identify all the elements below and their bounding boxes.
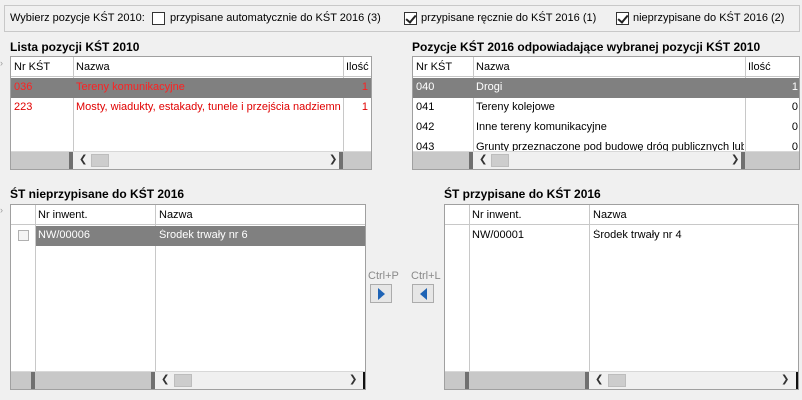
arrow-left-icon xyxy=(419,287,427,300)
kst2010-row-nr: 223 xyxy=(14,101,33,113)
unassigned-grid[interactable]: Nr inwent. Nazwa NW/00006 Środek trwały … xyxy=(10,204,366,390)
kst2016-grid[interactable]: Nr KŚT Nazwa Ilość 040 Drogi 1 041 Teren… xyxy=(412,56,800,170)
assign-shortcut-label: Ctrl+P xyxy=(368,270,399,282)
kst2016-row-ilosc: 1 xyxy=(791,81,798,93)
filter-auto-label[interactable]: przypisane automatycznie do KŚT 2016 (3) xyxy=(170,12,381,24)
unassign-button[interactable] xyxy=(412,284,434,303)
table-row[interactable]: 041 Tereny kolejowe 0 xyxy=(413,98,799,118)
scroll-left-icon[interactable]: ❮ xyxy=(595,374,603,385)
scroll-left-icon[interactable]: ❮ xyxy=(161,374,169,385)
kst2016-header-nr[interactable]: Nr KŚT xyxy=(416,61,452,73)
assigned-header-nr[interactable]: Nr inwent. xyxy=(472,209,522,221)
assigned-grid[interactable]: Nr inwent. Nazwa NW/00001 Środek trwały … xyxy=(444,204,799,390)
kst2016-row-nazwa: Drogi xyxy=(476,81,503,93)
kst2016-row-nr: 041 xyxy=(416,101,435,113)
kst2010-row-ilosc: 1 xyxy=(361,81,368,93)
table-row[interactable]: 042 Inne tereny komunikacyjne 0 xyxy=(413,118,799,138)
kst2010-row-nr: 036 xyxy=(14,81,33,93)
scroll-thumb[interactable] xyxy=(174,374,192,387)
filter-manual-label[interactable]: przypisane ręcznie do KŚT 2016 (1) xyxy=(421,12,596,24)
filter-manual-checkbox[interactable] xyxy=(404,12,417,25)
scroll-right-icon[interactable]: ❯ xyxy=(349,374,357,385)
kst2016-row-ilosc: 0 xyxy=(791,121,798,133)
unassign-shortcut-label: Ctrl+L xyxy=(411,270,441,282)
scroll-left-icon[interactable]: ❮ xyxy=(79,154,87,165)
table-row[interactable]: NW/00006 Środek trwały nr 6 xyxy=(36,226,365,246)
filter-label: Wybierz pozycje KŚT 2010: xyxy=(10,12,145,24)
assign-button[interactable] xyxy=(370,284,392,303)
scroll-right-icon[interactable]: ❯ xyxy=(781,374,789,385)
kst2010-header xyxy=(11,57,371,77)
scroll-thumb[interactable] xyxy=(91,154,109,167)
kst2016-header xyxy=(413,57,799,77)
kst2016-header-nazwa[interactable]: Nazwa xyxy=(476,61,510,73)
kst2010-row-nazwa: Tereny komunikacyjne xyxy=(76,81,185,93)
kst2016-row-nr: 042 xyxy=(416,121,435,133)
kst2016-header-ilosc[interactable]: Ilość xyxy=(748,61,771,73)
unassigned-title: ŚT nieprzypisane do KŚT 2016 xyxy=(10,187,185,201)
kst2010-title: Lista pozycji KŚT 2010 xyxy=(10,40,140,54)
kst2010-hscroll[interactable]: ❮ ❯ xyxy=(11,151,371,169)
unassigned-header-nazwa[interactable]: Nazwa xyxy=(159,209,193,221)
filter-unassigned-checkbox[interactable] xyxy=(616,12,629,25)
kst2016-row-ilosc: 0 xyxy=(791,101,798,113)
filter-unassigned-label[interactable]: nieprzypisane do KŚT 2016 (2) xyxy=(633,12,784,24)
scroll-left-icon[interactable]: ❮ xyxy=(479,154,487,165)
row-select-checkbox[interactable] xyxy=(18,230,29,241)
kst2010-grid[interactable]: Nr KŚT Nazwa Ilość 036 Tereny komunikacy… xyxy=(10,56,372,170)
assigned-title: ŚT przypisane do KŚT 2016 xyxy=(444,187,601,201)
unassigned-row-nr: NW/00006 xyxy=(38,229,90,241)
assigned-row-nazwa: Środek trwały nr 4 xyxy=(593,229,682,241)
unassigned-header-nr[interactable]: Nr inwent. xyxy=(38,209,88,221)
assigned-row-nr: NW/00001 xyxy=(472,229,524,241)
kst2010-row-ilosc: 1 xyxy=(361,101,368,113)
table-row[interactable]: 223 Mosty, wiadukty, estakady, tunele i … xyxy=(11,98,371,118)
kst2010-header-nazwa[interactable]: Nazwa xyxy=(76,61,110,73)
kst2010-header-nr[interactable]: Nr KŚT xyxy=(14,61,50,73)
assigned-header-nazwa[interactable]: Nazwa xyxy=(593,209,627,221)
arrow-right-icon xyxy=(377,287,385,300)
scroll-thumb[interactable] xyxy=(491,154,509,167)
scroll-right-icon[interactable]: ❯ xyxy=(329,154,337,165)
table-row[interactable]: NW/00001 Środek trwały nr 4 xyxy=(470,226,798,246)
unassigned-row-nazwa: Środek trwały nr 6 xyxy=(159,229,248,241)
splitter-mark: › xyxy=(0,205,3,215)
assigned-hscroll[interactable]: ❮ ❯ xyxy=(445,371,798,389)
unassigned-hscroll[interactable]: ❮ ❯ xyxy=(11,371,365,389)
kst2016-row-nr: 040 xyxy=(416,81,435,93)
kst2016-hscroll[interactable]: ❮ ❯ xyxy=(413,151,799,169)
kst2010-row-nazwa: Mosty, wiadukty, estakady, tunele i prze… xyxy=(76,101,341,113)
filter-auto-checkbox[interactable] xyxy=(152,12,165,25)
kst2016-row-nazwa: Inne tereny komunikacyjne xyxy=(476,121,607,133)
splitter-mark: › xyxy=(0,58,3,68)
kst2016-title: Pozycje KŚT 2016 odpowiadające wybranej … xyxy=(412,40,761,54)
table-row[interactable]: 036 Tereny komunikacyjne 1 xyxy=(11,78,371,98)
kst2010-header-ilosc[interactable]: Ilość xyxy=(346,61,369,73)
table-row[interactable]: 040 Drogi 1 xyxy=(413,78,799,98)
scroll-thumb[interactable] xyxy=(608,374,626,387)
kst2016-row-nazwa: Tereny kolejowe xyxy=(476,101,555,113)
scroll-right-icon[interactable]: ❯ xyxy=(731,154,739,165)
